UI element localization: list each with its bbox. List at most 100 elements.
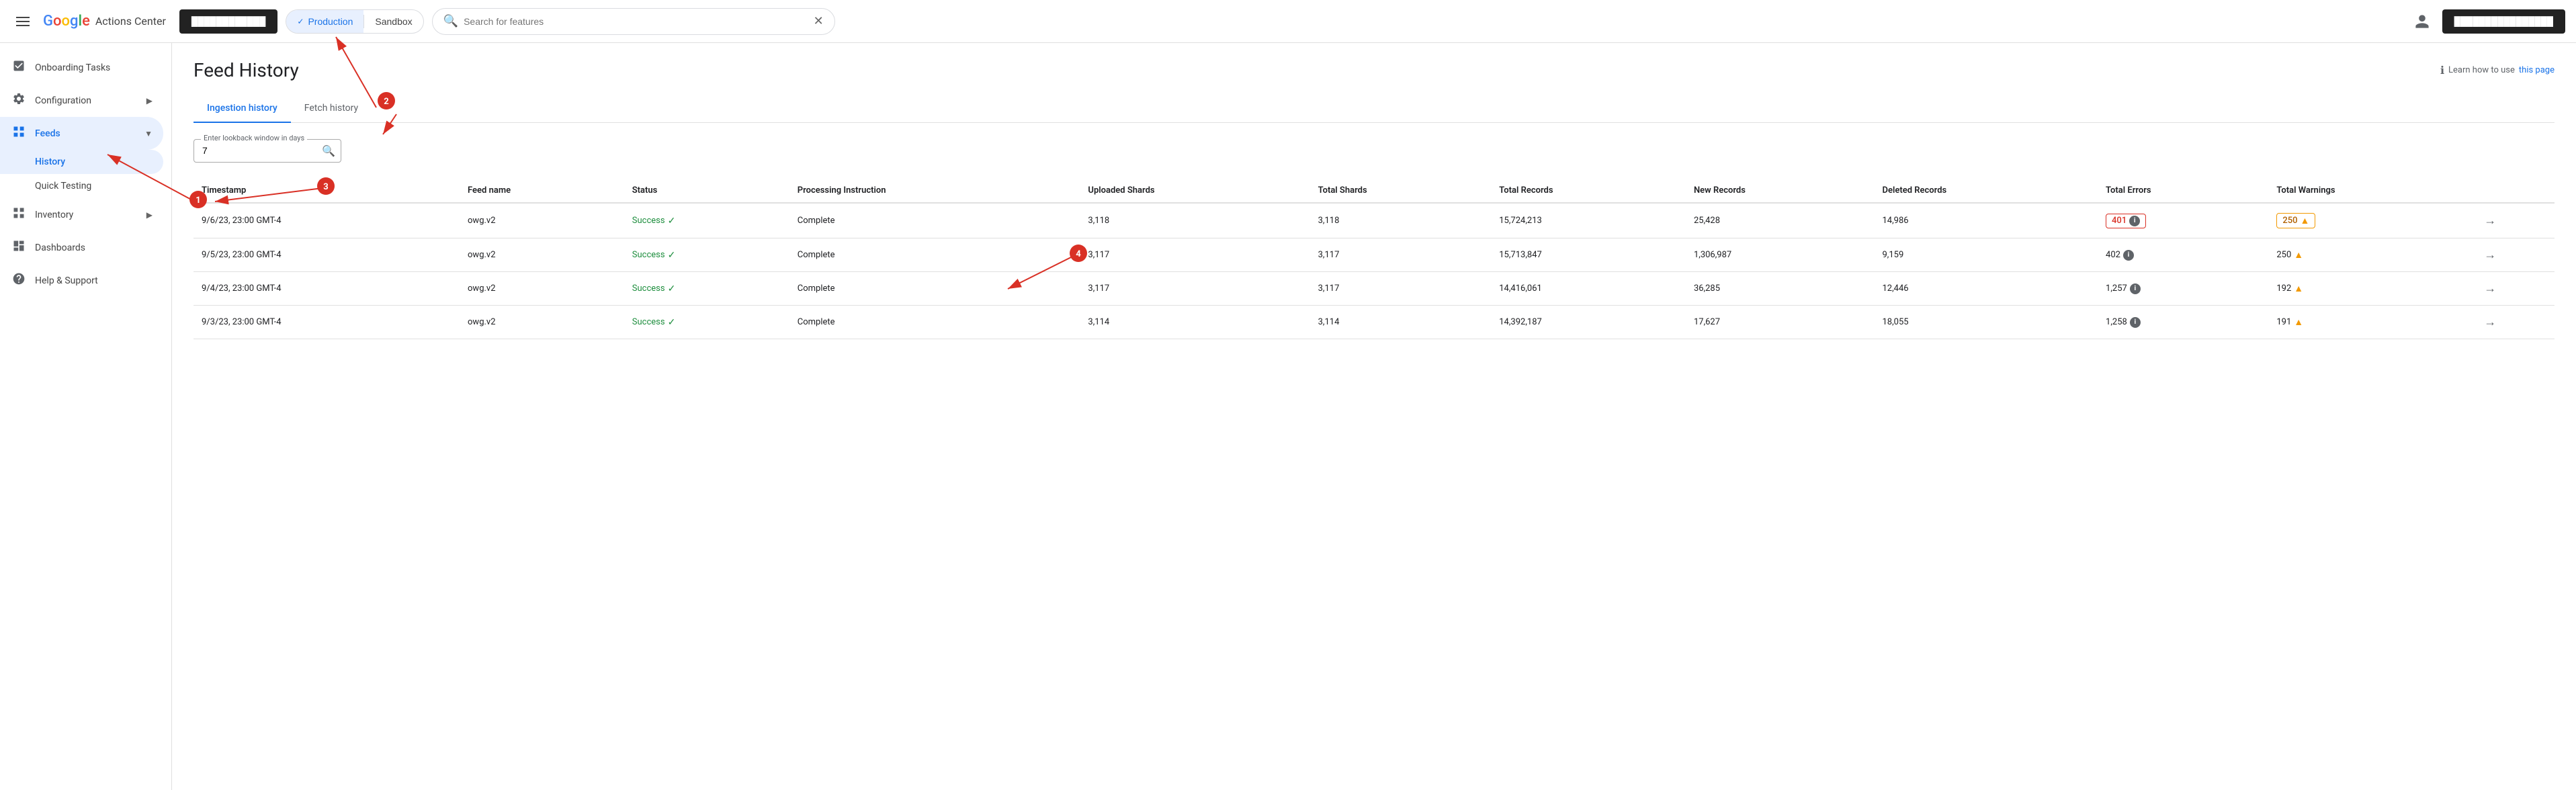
learn-link[interactable]: this page xyxy=(2519,65,2554,75)
lookback-label: Enter lookback window in days xyxy=(201,134,307,142)
cell-timestamp: 9/4/23, 23:00 GMT-4 xyxy=(194,272,460,306)
sidebar-item-help[interactable]: Help & Support xyxy=(0,264,163,297)
env-switcher: ✓ Production Sandbox xyxy=(286,9,423,34)
cell-processing: Complete xyxy=(789,272,1080,306)
search-input[interactable] xyxy=(464,16,808,27)
sidebar-item-configuration[interactable]: Configuration ▶ xyxy=(0,84,163,117)
col-new-records: New Records xyxy=(1686,179,1875,203)
cell-new-records: 17,627 xyxy=(1686,306,1875,339)
cell-nav[interactable]: → xyxy=(2476,238,2554,272)
cell-total-records: 15,713,847 xyxy=(1491,238,1686,272)
expand-icon-inventory: ▶ xyxy=(146,210,153,220)
sidebar-item-onboarding[interactable]: Onboarding Tasks xyxy=(0,51,163,84)
table-row: 9/3/23, 23:00 GMT-4owg.v2Success ✓Comple… xyxy=(194,306,2554,339)
cell-status: Success ✓ xyxy=(624,306,789,339)
cell-status: Success ✓ xyxy=(624,272,789,306)
page-header: Feed History ℹ Learn how to use this pag… xyxy=(194,59,2554,81)
cell-nav[interactable]: → xyxy=(2476,203,2554,238)
row-nav-arrow[interactable]: → xyxy=(2484,214,2496,228)
onboarding-icon xyxy=(11,59,27,76)
status-value: Success ✓ xyxy=(632,317,781,328)
dashboards-icon xyxy=(11,239,27,256)
sidebar-item-history[interactable]: History xyxy=(0,150,163,174)
info-icon: i xyxy=(2123,250,2134,261)
production-env-button[interactable]: ✓ Production xyxy=(286,10,363,33)
warning-value: 250 ▲ xyxy=(2276,213,2315,228)
learn-text: Learn how to use xyxy=(2448,65,2515,75)
error-value: 402 i xyxy=(2106,250,2134,261)
cell-status: Success ✓ xyxy=(624,203,789,238)
cell-total-warnings: 250 ▲ xyxy=(2268,203,2476,238)
help-icon xyxy=(11,272,27,289)
tab-ingestion-history[interactable]: Ingestion history xyxy=(194,95,291,123)
cell-feed-name: owg.v2 xyxy=(460,203,624,238)
sidebar-label-feeds: Feeds xyxy=(35,128,60,139)
sidebar-label-help: Help & Support xyxy=(35,275,98,286)
col-total-shards: Total Shards xyxy=(1310,179,1492,203)
cell-processing: Complete xyxy=(789,203,1080,238)
cell-total-warnings: 192 ▲ xyxy=(2268,272,2476,306)
cell-nav[interactable]: → xyxy=(2476,272,2554,306)
sidebar-label-quick-testing: Quick Testing xyxy=(35,181,91,191)
account-icon[interactable] xyxy=(2410,9,2434,34)
feeds-icon xyxy=(11,125,27,142)
info-icon: i xyxy=(2130,317,2141,328)
sidebar-item-dashboards[interactable]: Dashboards xyxy=(0,231,163,264)
tabs-bar: Ingestion history Fetch history xyxy=(194,95,2554,123)
sidebar-item-feeds[interactable]: Feeds ▼ xyxy=(0,117,163,150)
col-actions xyxy=(2476,179,2554,203)
cell-new-records: 25,428 xyxy=(1686,203,1875,238)
expand-icon-feeds: ▼ xyxy=(144,129,153,138)
status-value: Success ✓ xyxy=(632,216,781,226)
cell-feed-name: owg.v2 xyxy=(460,238,624,272)
warning-value: 191 ▲ xyxy=(2276,316,2303,328)
checkmark-icon: ✓ xyxy=(297,17,304,26)
cell-deleted-records: 9,159 xyxy=(1875,238,2098,272)
sidebar: Onboarding Tasks Configuration ▶ Feeds ▼… xyxy=(0,43,172,790)
check-icon: ✓ xyxy=(668,216,676,226)
sidebar-item-quick-testing[interactable]: Quick Testing xyxy=(0,174,163,198)
sandbox-env-button[interactable]: Sandbox xyxy=(364,10,423,33)
logo-area: Google Actions Center xyxy=(43,13,166,30)
row-nav-arrow[interactable]: → xyxy=(2484,315,2496,329)
row-nav-arrow[interactable]: → xyxy=(2484,248,2496,262)
account-pill[interactable]: ████████████ xyxy=(179,9,278,34)
warning-icon: ▲ xyxy=(2301,215,2310,226)
tab-fetch-history[interactable]: Fetch history xyxy=(291,95,372,123)
cell-total-shards: 3,114 xyxy=(1310,306,1492,339)
app-header: Google Actions Center ████████████ ✓ Pro… xyxy=(0,0,2576,43)
cell-deleted-records: 12,446 xyxy=(1875,272,2098,306)
sidebar-label-onboarding: Onboarding Tasks xyxy=(35,62,110,73)
check-icon: ✓ xyxy=(668,283,676,294)
cell-total-shards: 3,118 xyxy=(1310,203,1492,238)
sidebar-item-inventory[interactable]: Inventory ▶ xyxy=(0,198,163,231)
cell-timestamp: 9/5/23, 23:00 GMT-4 xyxy=(194,238,460,272)
row-nav-arrow[interactable]: → xyxy=(2484,281,2496,296)
warning-value: 250 ▲ xyxy=(2276,249,2303,261)
cell-total-errors: 1,257 i xyxy=(2098,272,2268,306)
cell-feed-name: owg.v2 xyxy=(460,272,624,306)
menu-button[interactable] xyxy=(11,11,35,32)
cell-uploaded-shards: 3,117 xyxy=(1080,272,1310,306)
feed-history-table: Timestamp Feed name Status Processing In… xyxy=(194,179,2554,339)
lookback-search-button[interactable]: 🔍 xyxy=(322,144,335,158)
lookback-input[interactable] xyxy=(202,145,314,156)
cell-total-records: 15,724,213 xyxy=(1491,203,1686,238)
cell-nav[interactable]: → xyxy=(2476,306,2554,339)
check-icon: ✓ xyxy=(668,317,676,328)
col-total-warnings: Total Warnings xyxy=(2268,179,2476,203)
warning-value: 192 ▲ xyxy=(2276,283,2303,294)
cell-status: Success ✓ xyxy=(624,238,789,272)
right-account-pill[interactable]: ████████████████ xyxy=(2442,9,2565,34)
sidebar-label-history: History xyxy=(35,157,65,167)
table-row: 9/6/23, 23:00 GMT-4owg.v2Success ✓Comple… xyxy=(194,203,2554,238)
cell-timestamp: 9/3/23, 23:00 GMT-4 xyxy=(194,306,460,339)
info-icon: i xyxy=(2129,216,2140,226)
table-header-row: Timestamp Feed name Status Processing In… xyxy=(194,179,2554,203)
table-row: 9/5/23, 23:00 GMT-4owg.v2Success ✓Comple… xyxy=(194,238,2554,272)
cell-uploaded-shards: 3,118 xyxy=(1080,203,1310,238)
configuration-icon xyxy=(11,92,27,109)
cell-total-errors: 1,258 i xyxy=(2098,306,2268,339)
clear-search-button[interactable]: ✕ xyxy=(814,14,824,28)
table-body: 9/6/23, 23:00 GMT-4owg.v2Success ✓Comple… xyxy=(194,203,2554,339)
